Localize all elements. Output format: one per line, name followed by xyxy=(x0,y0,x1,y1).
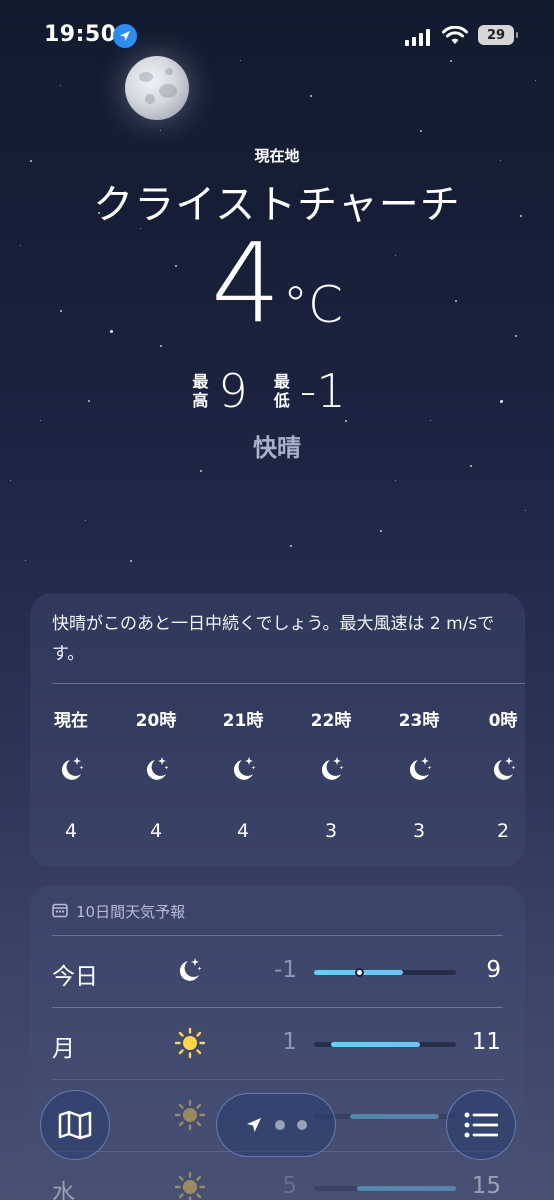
hour-temperature: 4 xyxy=(236,820,250,842)
sun-icon xyxy=(174,1027,206,1063)
location-header: 現在地 クライストチャーチ xyxy=(0,145,554,230)
list-icon xyxy=(464,1112,498,1138)
battery-indicator: 29 xyxy=(478,25,518,45)
hourly-list[interactable]: 現在 4 20時 4 21時 4 22時 3 23時 3 0時 2 xyxy=(30,684,525,854)
forecast-high: 11 xyxy=(471,1029,501,1055)
ten-day-header: 10日間天気予報 xyxy=(30,885,525,938)
divider xyxy=(52,1007,503,1008)
current-temperature: 4 °C xyxy=(0,228,554,338)
divider xyxy=(52,935,503,936)
page-indicator[interactable] xyxy=(216,1093,336,1157)
wifi-icon xyxy=(442,25,468,50)
low-label: 最 低 xyxy=(273,372,290,410)
hour-temperature: 2 xyxy=(496,820,510,842)
location-arrow-icon xyxy=(247,1118,261,1132)
temperature-unit: °C xyxy=(283,276,343,334)
temperature-range-bar xyxy=(314,1186,456,1191)
forecast-summary: 快晴がこのあと一日中続くでしょう。最大風速は 2 m/sです。 xyxy=(52,614,495,664)
moon-stars-icon xyxy=(56,754,86,788)
page-dot xyxy=(297,1120,307,1130)
forecast-low: -1 xyxy=(274,957,297,983)
status-time: 19:50 xyxy=(44,22,117,47)
map-icon xyxy=(58,1110,92,1140)
temperature-range-bar xyxy=(314,968,456,977)
low-value: -1 xyxy=(299,364,346,418)
forecast-high: 9 xyxy=(486,957,501,983)
location-label: 現在地 xyxy=(254,147,300,165)
sun-icon xyxy=(174,1171,206,1200)
forecast-day: 今日 xyxy=(52,964,98,990)
temperature-range-fill xyxy=(331,1042,421,1047)
moon-stars-icon xyxy=(404,754,434,788)
temperature-value: 4 xyxy=(211,219,281,347)
moon-stars-icon xyxy=(141,754,171,788)
high-value: 9 xyxy=(218,364,248,418)
forecast-day: 水 xyxy=(52,1180,75,1200)
forecast-low: 1 xyxy=(282,1029,297,1055)
hour-label: 現在 xyxy=(54,711,88,731)
status-bar: 19:50 29 xyxy=(0,0,554,70)
forecast-row[interactable]: 今日 -1 9 xyxy=(30,935,525,1007)
temperature-range-bar xyxy=(314,1042,456,1047)
location-services-icon xyxy=(113,24,137,48)
hour-temperature: 3 xyxy=(412,820,426,842)
cellular-signal-icon xyxy=(405,28,430,46)
list-button[interactable] xyxy=(446,1090,516,1160)
high-low-row: 最 高 9 最 低 -1 xyxy=(0,368,554,414)
forecast-high: 15 xyxy=(471,1173,501,1199)
high-label: 最 高 xyxy=(192,372,209,410)
hour-label: 0時 xyxy=(488,711,518,731)
hour-temperature: 4 xyxy=(64,820,78,842)
forecast-day: 月 xyxy=(52,1036,75,1062)
forecast-row[interactable]: 月 1 11 xyxy=(30,1007,525,1079)
divider xyxy=(52,1079,503,1080)
page-dot xyxy=(275,1120,285,1130)
bottom-toolbar xyxy=(0,1090,554,1160)
calendar-icon xyxy=(52,902,68,922)
hour-temperature: 4 xyxy=(149,820,163,842)
temperature-range-fill xyxy=(356,1186,456,1191)
forecast-low: 5 xyxy=(282,1173,297,1199)
hour-label: 20時 xyxy=(135,711,177,731)
moon-stars-icon xyxy=(316,754,346,788)
map-button[interactable] xyxy=(40,1090,110,1160)
current-temp-marker xyxy=(355,968,365,977)
hour-temperature: 3 xyxy=(324,820,338,842)
condition-text: 快晴 xyxy=(253,434,301,462)
moon-stars-icon xyxy=(174,955,204,989)
moon-image xyxy=(125,56,189,120)
hour-label: 23時 xyxy=(398,711,440,731)
moon-stars-icon xyxy=(228,754,258,788)
moon-stars-icon xyxy=(488,754,518,788)
ten-day-title: 10日間天気予報 xyxy=(76,903,186,921)
hourly-forecast-card[interactable]: 快晴がこのあと一日中続くでしょう。最大風速は 2 m/sです。 現在 4 20時 4 2… xyxy=(30,593,525,867)
hour-label: 22時 xyxy=(310,711,352,731)
hour-label: 21時 xyxy=(222,711,264,731)
